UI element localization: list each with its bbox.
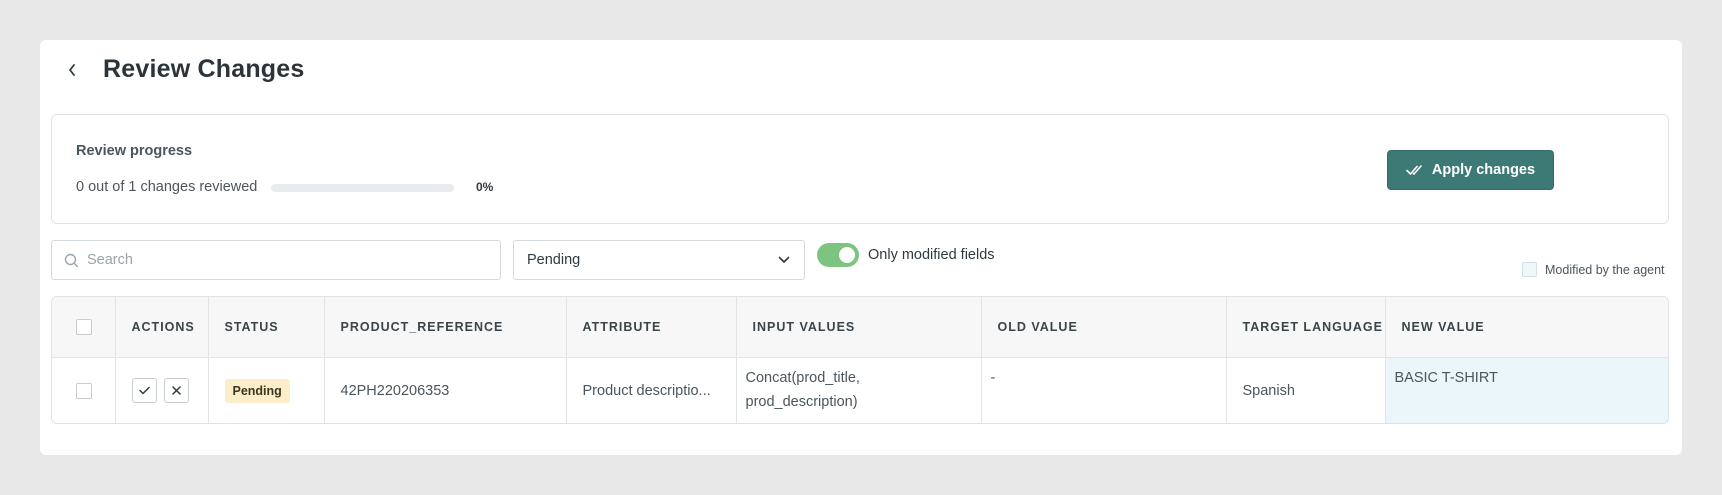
row-checkbox[interactable] (76, 382, 92, 399)
reject-button[interactable] (163, 378, 189, 404)
product-reference-cell: 42PH220206353 (324, 357, 567, 423)
input-value-line: Concat(prod_title, (745, 369, 860, 386)
apply-changes-label: Apply changes (1431, 162, 1536, 178)
status-badge: Pending (224, 378, 290, 403)
column-header: PRODUCT_REFERENCE (324, 297, 567, 358)
table-row: Pending 42PH220206353 Product descriptio… (52, 357, 1668, 423)
table-header-row: ACTIONS STATUS PRODUCT_REFERENCE ATTRIBU… (52, 297, 1668, 358)
toggle-switch[interactable] (817, 243, 859, 267)
progress-heading: Review progress (76, 143, 193, 159)
column-header: INPUT VALUES (736, 297, 982, 358)
status-filter-value: Pending (527, 252, 581, 268)
changes-table: ACTIONS STATUS PRODUCT_REFERENCE ATTRIBU… (51, 296, 1669, 424)
search-input[interactable] (87, 252, 467, 268)
select-all-checkbox[interactable] (76, 318, 92, 335)
actions-cell (115, 357, 209, 423)
column-header: OLD VALUE (981, 297, 1227, 358)
column-header: ATTRIBUTE (566, 297, 737, 358)
input-values-cell: Concat(prod_title, prod_description) (736, 357, 982, 423)
select-all-header (52, 297, 116, 358)
toggle-knob (839, 247, 855, 263)
old-value-cell: - (981, 357, 1227, 423)
toggle-label: Only modified fields (868, 247, 995, 263)
column-header: NEW VALUE (1385, 297, 1668, 358)
legend-swatch (1522, 262, 1537, 277)
chevron-left-icon (69, 64, 75, 76)
column-header: STATUS (208, 297, 325, 358)
page-header: Review Changes (40, 40, 1682, 110)
target-language-cell: Spanish (1226, 357, 1386, 423)
page-title: Review Changes (103, 55, 305, 83)
back-button[interactable] (58, 56, 86, 84)
only-modified-toggle[interactable]: Only modified fields (817, 243, 995, 267)
review-progress-panel: Review progress 0 out of 1 changes revie… (51, 114, 1669, 224)
row-select-cell (52, 357, 116, 423)
status-cell: Pending (208, 357, 325, 423)
close-icon (171, 386, 181, 395)
status-filter-select[interactable]: Pending (513, 240, 805, 280)
apply-changes-button[interactable]: Apply changes (1387, 150, 1554, 190)
double-check-icon (1406, 165, 1422, 175)
progress-percent: 0% (476, 180, 494, 194)
check-icon (138, 387, 150, 395)
chevron-down-icon (778, 256, 790, 263)
column-header: TARGET LANGUAGE (1226, 297, 1386, 358)
attribute-cell: Product descriptio... (566, 357, 737, 423)
approve-button[interactable] (131, 378, 157, 404)
column-header: ACTIONS (115, 297, 209, 358)
legend: Modified by the agent (1522, 262, 1665, 277)
input-value-line: prod_description) (745, 393, 858, 410)
new-value-cell[interactable]: BASIC T-SHIRT (1385, 357, 1668, 423)
review-card: Review Changes Review progress 0 out of … (40, 40, 1682, 455)
legend-label: Modified by the agent (1545, 262, 1665, 277)
search-icon (64, 253, 79, 268)
progress-bar (271, 184, 454, 192)
progress-summary: 0 out of 1 changes reviewed (76, 179, 258, 195)
search-box (51, 240, 501, 280)
